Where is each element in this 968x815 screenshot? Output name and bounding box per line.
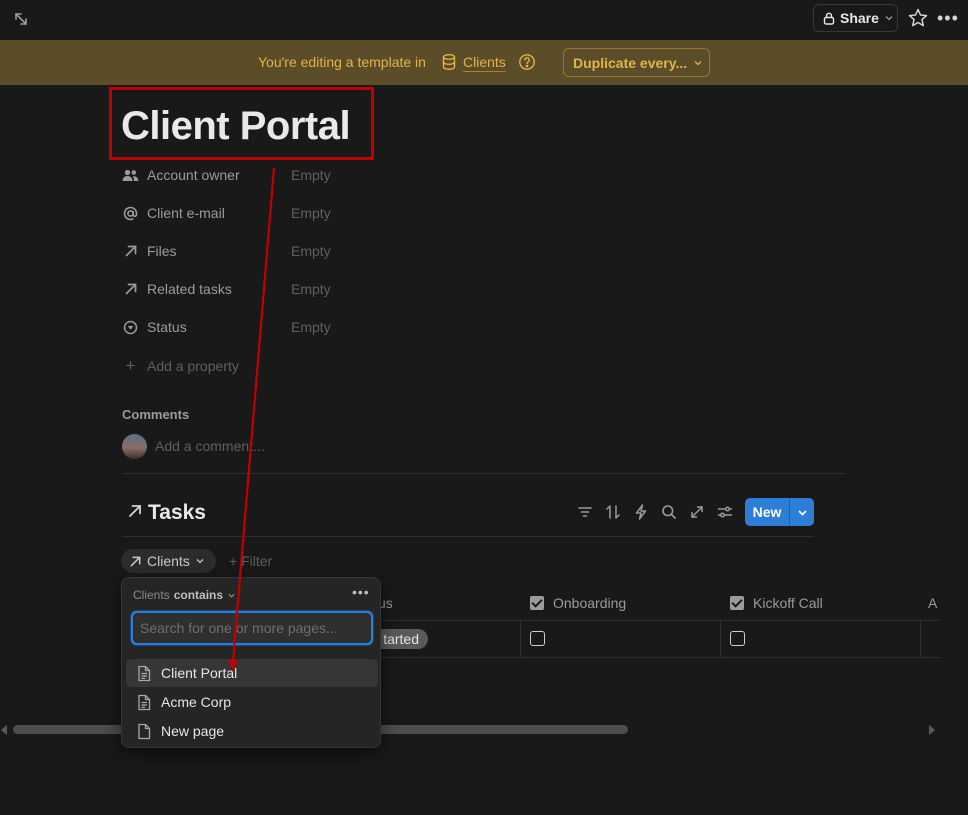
cell-divider (720, 621, 721, 657)
top-bar: Share ••• (0, 0, 968, 40)
column-header-label: A (928, 595, 938, 611)
filter-property: Clients (133, 588, 170, 602)
add-property-button[interactable]: + Add a property (122, 352, 239, 380)
property-status[interactable]: Status Empty (122, 313, 372, 341)
chevron-down-icon (196, 559, 204, 564)
star-icon[interactable] (907, 7, 929, 29)
column-header-label: Kickoff Call (753, 595, 823, 611)
chevron-down-icon[interactable] (790, 498, 814, 526)
share-label: Share (840, 10, 879, 26)
lock-icon (823, 12, 835, 25)
property-name: Related tasks (147, 281, 232, 297)
more-icon[interactable]: ••• (937, 8, 959, 28)
property-value: Empty (291, 205, 331, 221)
page-icon (138, 665, 151, 681)
banner-database-link[interactable]: Clients (463, 54, 506, 72)
more-icon[interactable]: ••• (352, 585, 370, 601)
duplicate-label: Duplicate every... (573, 54, 688, 71)
filter-icon[interactable] (576, 503, 594, 521)
settings-sliders-icon[interactable] (716, 503, 734, 521)
scroll-left-arrow[interactable] (1, 725, 7, 735)
plus-icon: + (125, 356, 136, 375)
search-icon[interactable] (660, 503, 678, 521)
annotation-highlight-box (109, 87, 374, 160)
page-search-input[interactable] (133, 613, 371, 643)
database-icon (442, 54, 456, 70)
filter-condition[interactable]: Clients contains (133, 588, 236, 602)
help-icon[interactable] (518, 53, 536, 71)
property-client-email[interactable]: Client e-mail Empty (122, 199, 372, 227)
property-account-owner[interactable]: Account owner Empty (122, 161, 372, 189)
dropdown-item-client-portal[interactable]: Client Portal (126, 659, 378, 687)
relation-arrow-icon (122, 243, 139, 260)
banner-text: You're editing a template in (258, 54, 426, 70)
tasks-title[interactable]: Tasks (148, 501, 206, 525)
divider (122, 536, 814, 537)
column-header-label: Onboarding (553, 595, 627, 611)
dropdown-item-label: Acme Corp (161, 694, 232, 710)
duplicate-button[interactable]: Duplicate every... (563, 48, 710, 77)
comments-heading: Comments (122, 407, 190, 422)
property-name: Files (147, 243, 177, 259)
new-button-label[interactable]: New (745, 498, 790, 526)
at-icon (122, 205, 139, 222)
cell-divider (920, 621, 921, 657)
column-header-truncated[interactable]: A (928, 593, 937, 613)
add-filter-label: Filter (241, 553, 273, 569)
sort-icon[interactable] (604, 503, 622, 521)
open-full-page-icon[interactable] (688, 503, 706, 521)
add-property-label: Add a property (147, 358, 239, 374)
checkbox-property-icon (730, 596, 744, 610)
onboarding-checkbox[interactable] (530, 631, 545, 646)
divider (122, 473, 846, 474)
filter-chip-label: Clients (147, 553, 190, 569)
comment-input[interactable]: Add a comment... (155, 438, 265, 454)
chevron-down-icon (885, 16, 893, 21)
property-related-tasks[interactable]: Related tasks Empty (122, 275, 372, 303)
new-button[interactable]: New (745, 498, 814, 526)
share-button[interactable]: Share (813, 4, 898, 32)
property-name: Client e-mail (147, 205, 225, 221)
column-header-kickoff-call[interactable]: Kickoff Call (730, 593, 823, 613)
property-value: Empty (291, 281, 331, 297)
dropdown-item-new-page[interactable]: New page (126, 717, 378, 745)
page-search-field[interactable] (131, 611, 373, 645)
template-banner: You're editing a template in Clients Dup… (0, 40, 968, 85)
property-value: Empty (291, 319, 331, 335)
property-name: Status (147, 319, 187, 335)
people-icon (122, 167, 139, 184)
add-filter-button[interactable]: + Filter (229, 553, 272, 569)
chevron-down-icon (694, 60, 702, 65)
dropdown-item-acme-corp[interactable]: Acme Corp (126, 688, 378, 716)
filter-operator: contains (173, 588, 224, 602)
column-header-onboarding[interactable]: Onboarding (530, 593, 626, 613)
avatar (122, 434, 147, 459)
dropdown-item-label: New page (161, 723, 225, 739)
property-value: Empty (291, 167, 331, 183)
filter-chip-clients[interactable]: Clients (121, 549, 216, 573)
dropdown-item-label: Client Portal (161, 665, 238, 681)
property-value: Empty (291, 243, 331, 259)
relation-arrow-icon (122, 281, 139, 298)
filter-dropdown: Clients contains ••• Client Portal Acme … (121, 577, 381, 748)
page-icon (138, 694, 151, 710)
cell-divider (520, 621, 521, 657)
property-files[interactable]: Files Empty (122, 237, 372, 265)
scroll-right-arrow[interactable] (929, 725, 935, 735)
relation-arrow-icon (129, 505, 141, 517)
automation-bolt-icon[interactable] (632, 503, 650, 521)
checkbox-property-icon (530, 596, 544, 610)
kickoff-call-checkbox[interactable] (730, 631, 745, 646)
property-name: Account owner (147, 167, 240, 183)
page-icon (138, 723, 151, 739)
chevron-down-icon (228, 593, 235, 598)
status-icon (122, 319, 139, 336)
relation-arrow-icon (130, 556, 141, 566)
expand-icon[interactable] (11, 9, 31, 29)
